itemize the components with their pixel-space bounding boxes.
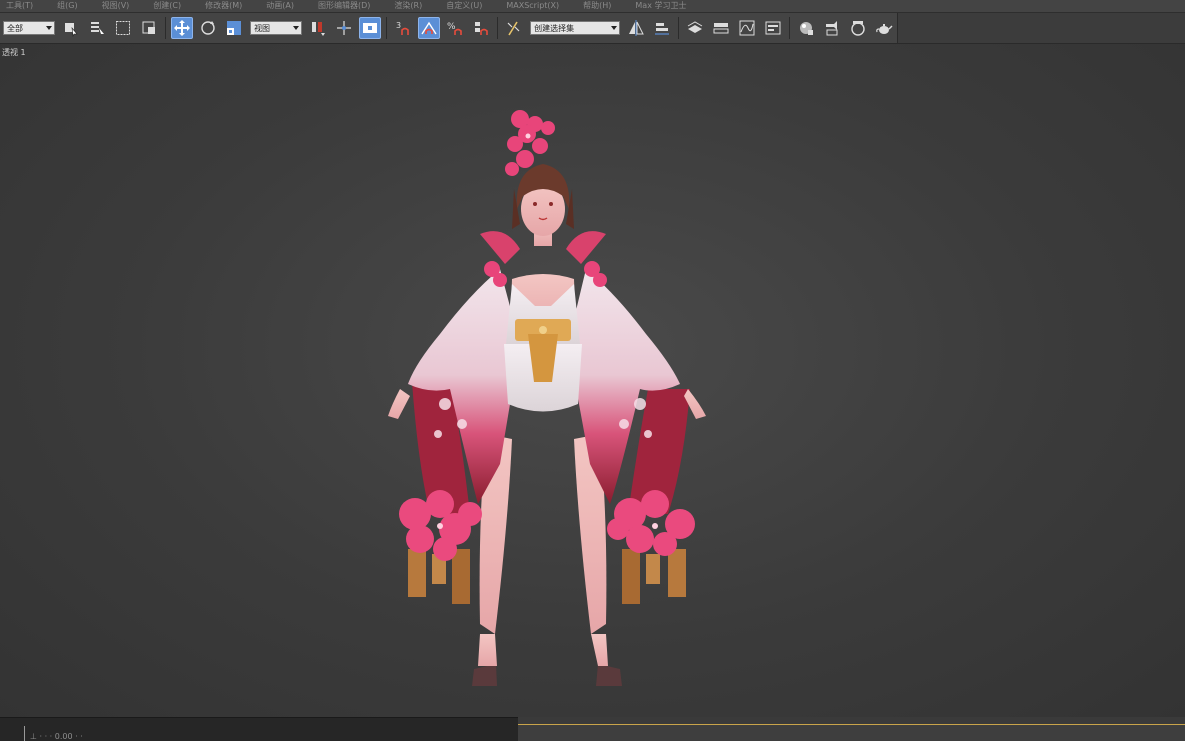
mirror-button[interactable] xyxy=(625,17,647,39)
menu-graph-editors[interactable]: 图形编辑器(D) xyxy=(306,0,382,12)
keyboard-shortcut-override-button[interactable] xyxy=(359,17,382,39)
percent-snap-button[interactable]: % xyxy=(444,17,466,39)
selection-filter-value: 全部 xyxy=(7,24,23,33)
menu-group[interactable]: 组(G) xyxy=(45,0,89,12)
schematic-icon xyxy=(765,21,781,35)
menu-rendering[interactable]: 渲染(R) xyxy=(382,0,434,12)
menu-bar: 工具(T) 组(G) 视图(V) 创建(C) 修改器(M) 动画(A) 图形编辑… xyxy=(0,0,1185,13)
ribbon-icon xyxy=(713,23,729,34)
max-window: 工具(T) 组(G) 视图(V) 创建(C) 修改器(M) 动画(A) 图形编辑… xyxy=(0,0,1185,741)
material-sphere-icon xyxy=(799,22,813,35)
angle-snap-button[interactable] xyxy=(418,17,441,39)
material-editor-button[interactable] xyxy=(795,17,817,39)
status-readout: ⊥ · · · 0.00 · · xyxy=(30,732,83,741)
toolbar-empty-area xyxy=(898,13,1185,44)
chevron-down-icon xyxy=(610,26,617,30)
menu-create[interactable]: 创建(C) xyxy=(141,0,193,12)
render-setup-icon xyxy=(825,21,838,36)
chevron-down-icon xyxy=(293,26,300,30)
reference-coordinate-dropdown[interactable]: 视图 xyxy=(250,21,303,35)
reference-coordinate-value: 视图 xyxy=(254,24,271,33)
frame-window-icon xyxy=(851,21,865,36)
menu-modifiers[interactable]: 修改器(M) xyxy=(193,0,254,12)
chevron-down-icon xyxy=(46,26,53,30)
time-slider-track[interactable] xyxy=(518,724,1185,741)
select-by-name-button[interactable] xyxy=(86,17,108,39)
pivot-center-button[interactable] xyxy=(307,17,329,39)
percent-snap-icon: % xyxy=(447,22,462,35)
region-select-button[interactable] xyxy=(112,17,134,39)
select-manipulate-button[interactable] xyxy=(333,17,355,39)
keyboard-icon xyxy=(363,23,378,33)
menu-help[interactable]: 帮助(H) xyxy=(571,0,623,12)
mirror-icon xyxy=(628,20,644,36)
render-setup-button[interactable] xyxy=(821,17,843,39)
snaps-toggle-button[interactable]: 3 xyxy=(392,17,414,39)
scale-icon xyxy=(227,21,242,35)
status-cursor-tick xyxy=(24,726,25,741)
menu-tools[interactable]: 工具(T) xyxy=(0,0,45,12)
main-toolbar: 全部 视图 3 % 创建选择集 xyxy=(0,13,898,44)
align-icon xyxy=(654,23,669,35)
toolbar-separator xyxy=(497,17,499,39)
pivot-icon xyxy=(312,22,326,36)
curve-editor-button[interactable] xyxy=(736,17,758,39)
named-selection-set-dropdown[interactable]: 创建选择集 xyxy=(530,21,620,35)
schematic-view-button[interactable] xyxy=(762,17,784,39)
rendered-frame-window-button[interactable] xyxy=(847,17,869,39)
select-rotate-button[interactable] xyxy=(197,17,219,39)
toolbar-separator xyxy=(165,17,167,39)
named-selection-icon xyxy=(507,21,520,36)
character-model xyxy=(388,110,706,686)
teapot-icon xyxy=(876,24,893,34)
layer-manager-button[interactable] xyxy=(684,17,706,39)
crossing-icon xyxy=(142,21,156,34)
toolbar-separator xyxy=(677,17,679,39)
svg-text:3: 3 xyxy=(396,21,401,30)
status-bar: ⊥ · · · 0.00 · · xyxy=(0,717,518,741)
toolbar-separator xyxy=(788,17,790,39)
menu-views[interactable]: 视图(V) xyxy=(90,0,142,12)
menu-customize[interactable]: 自定义(U) xyxy=(434,0,494,12)
perspective-viewport[interactable]: 透视 1 xyxy=(0,44,1185,717)
selection-filter-dropdown[interactable]: 全部 xyxy=(3,21,56,35)
menu-max-guard[interactable]: Max 学习卫士 xyxy=(623,0,698,12)
rotate-icon xyxy=(201,21,215,35)
angle-snap-icon xyxy=(421,21,437,35)
move-arrows-icon xyxy=(174,20,191,36)
spinner-snap-button[interactable] xyxy=(470,17,492,39)
menu-maxscript[interactable]: MAXScript(X) xyxy=(494,0,571,12)
rect-region-icon xyxy=(116,21,131,35)
render-production-button[interactable] xyxy=(873,17,895,39)
select-move-button[interactable] xyxy=(171,17,194,39)
select-scale-button[interactable] xyxy=(223,17,245,39)
align-button[interactable] xyxy=(651,17,673,39)
edit-named-selection-button[interactable] xyxy=(503,17,525,39)
manipulate-icon xyxy=(337,21,352,35)
snap-3d-icon: 3 xyxy=(396,21,409,35)
list-icon xyxy=(91,22,105,34)
toolbar-separator xyxy=(386,17,388,39)
select-object-button[interactable] xyxy=(60,17,82,39)
spinner-snap-icon xyxy=(475,22,488,35)
layers-icon xyxy=(687,21,703,33)
ribbon-toggle-button[interactable] xyxy=(710,17,732,39)
curve-editor-icon xyxy=(739,20,755,36)
menu-animation[interactable]: 动画(A) xyxy=(254,0,306,12)
window-crossing-button[interactable] xyxy=(138,17,160,39)
named-selection-set-value: 创建选择集 xyxy=(534,24,575,33)
cursor-icon xyxy=(65,23,78,37)
